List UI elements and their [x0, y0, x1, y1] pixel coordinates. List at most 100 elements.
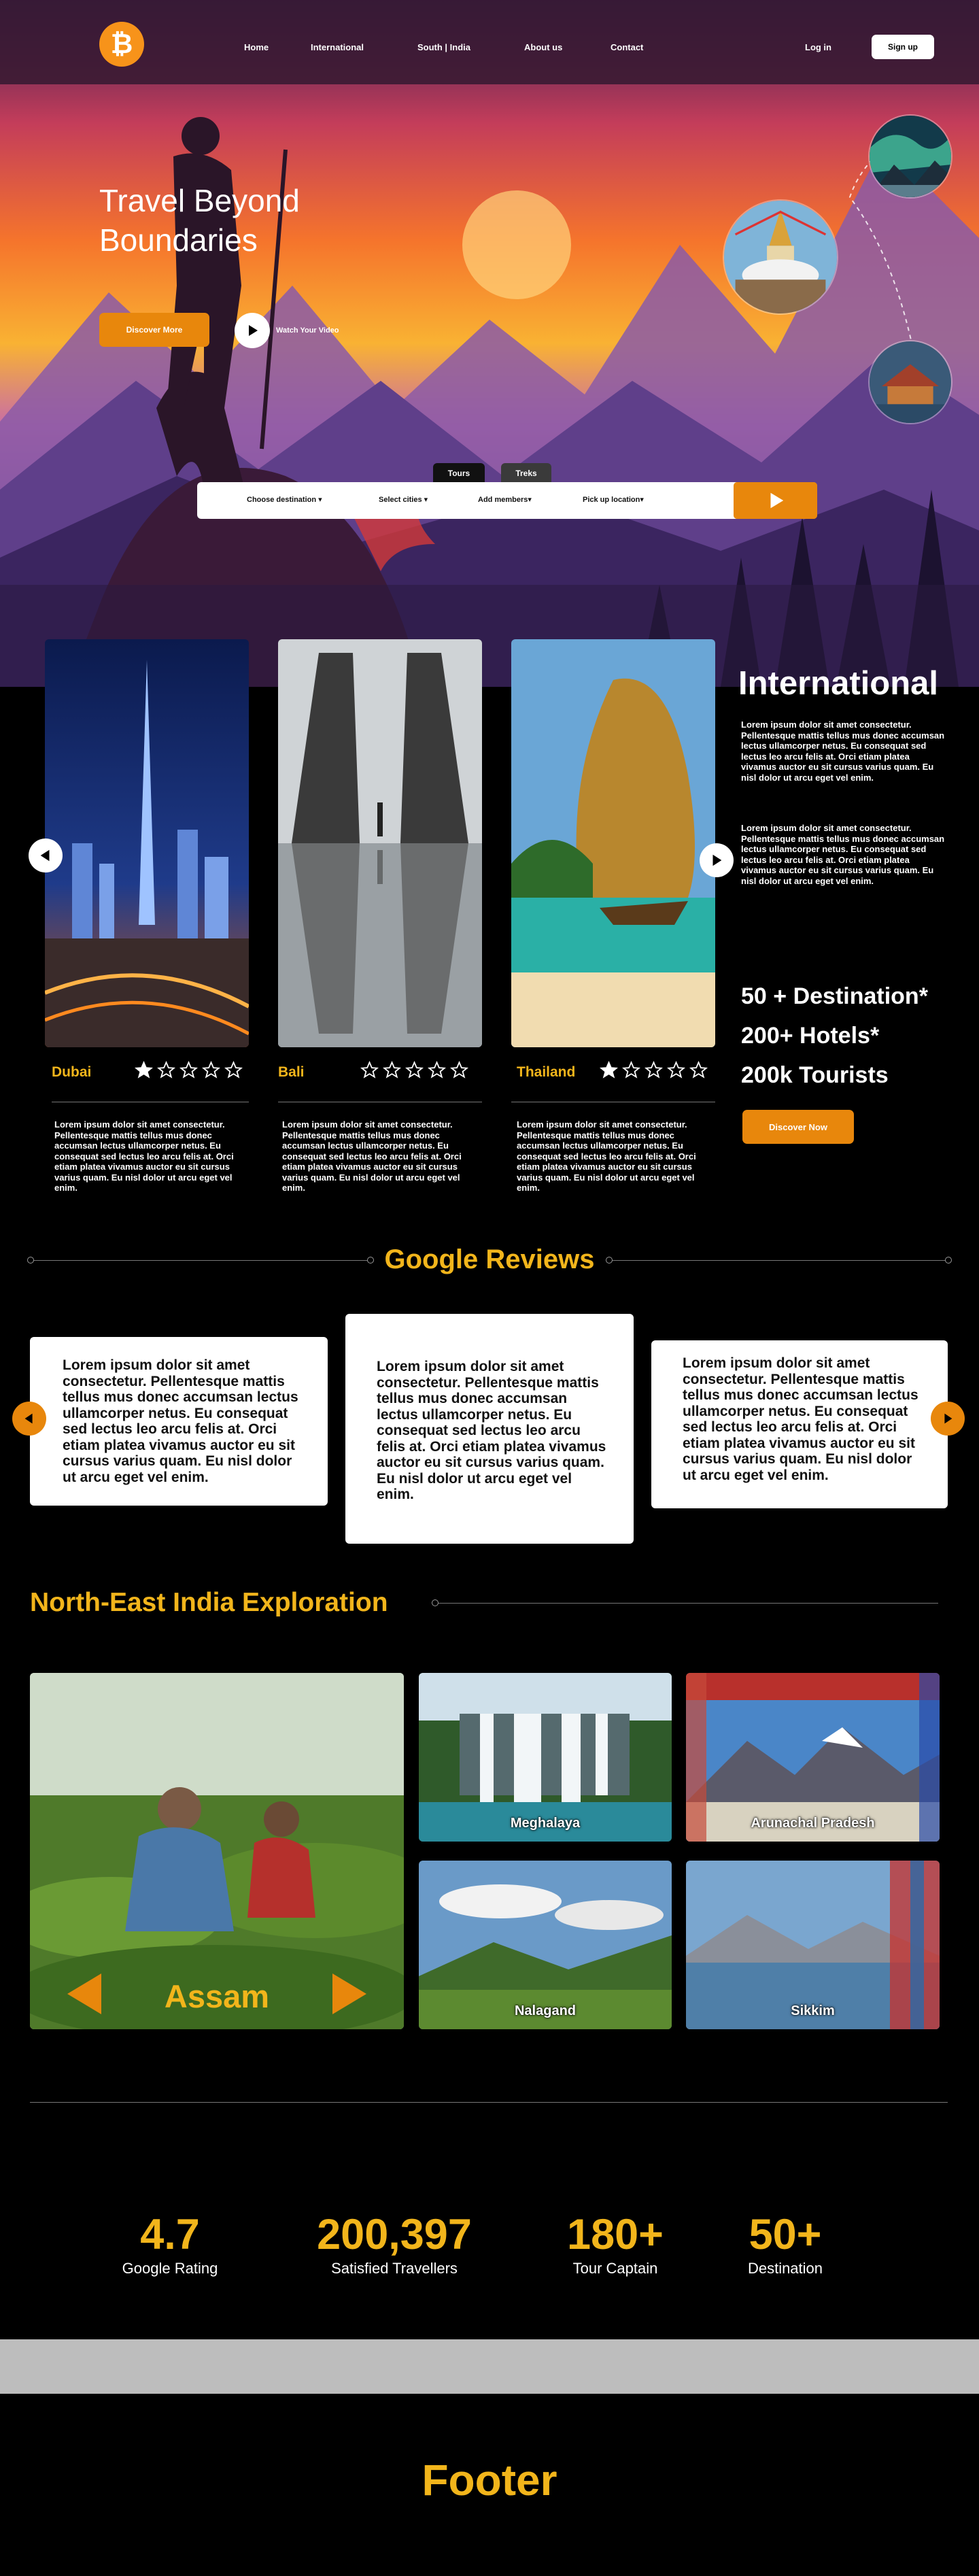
stat-label: Tour Captain	[572, 2260, 658, 2277]
play-icon	[770, 492, 783, 509]
review-text: Lorem ipsum dolor sit amet consectetur. …	[683, 1355, 918, 1483]
meghalaya-label: Meghalaya	[510, 1816, 581, 1831]
tourists-count: 200k Tourists	[741, 1062, 889, 1088]
section-divider	[435, 1603, 938, 1604]
divider-dot	[606, 1257, 613, 1264]
destination-card-bali[interactable]	[278, 639, 482, 1047]
star-icon[interactable]	[202, 1061, 220, 1079]
review-card: Lorem ipsum dolor sit amet consectetur. …	[651, 1340, 948, 1508]
caret-right-icon	[712, 854, 722, 866]
nav-international[interactable]: International	[311, 42, 364, 52]
assam-featured-tile[interactable]: Assam	[30, 1673, 404, 2029]
nav-about-us[interactable]: About us	[524, 42, 562, 52]
signup-button[interactable]: Sign up	[872, 35, 934, 59]
reviews-prev-button[interactable]	[12, 1402, 46, 1436]
caret-right-icon	[944, 1413, 952, 1424]
search-submit-button[interactable]	[734, 482, 817, 519]
star-icon[interactable]	[689, 1061, 708, 1079]
footer-label: Footer	[422, 2456, 557, 2505]
carousel-prev-button[interactable]	[29, 838, 63, 872]
star-icon[interactable]	[383, 1061, 401, 1079]
select-cities-dropdown[interactable]: Select cities ▾	[379, 495, 428, 504]
choose-destination-dropdown[interactable]: Choose destination ▾	[247, 495, 322, 504]
rating-stars-dubai[interactable]	[135, 1061, 243, 1079]
destination-name-bali: Bali	[278, 1064, 305, 1080]
nav-contact[interactable]: Contact	[611, 42, 643, 52]
review-text: Lorem ipsum dolor sit amet consectetur. …	[377, 1359, 606, 1502]
thailand-beach-image	[511, 639, 715, 1047]
reviews-next-button[interactable]	[931, 1402, 965, 1436]
stat-google-rating: 4.7 Google Rating	[109, 2210, 231, 2278]
destination-description-bali: Lorem ipsum dolor sit amet consectetur. …	[282, 1119, 462, 1193]
play-icon	[249, 325, 258, 336]
bitcoin-logo-icon[interactable]: ₿	[99, 22, 144, 67]
discover-now-button[interactable]: Discover Now	[742, 1110, 854, 1144]
play-video-button[interactable]	[235, 313, 270, 348]
divider-dot	[432, 1599, 439, 1606]
caret-left-icon	[40, 849, 50, 862]
tab-tours[interactable]: Tours	[433, 463, 485, 484]
bali-gate-image	[278, 639, 482, 1047]
triangle-right-icon	[332, 1973, 366, 2014]
stupa-thumbnail[interactable]	[723, 199, 838, 315]
nav-home[interactable]: Home	[244, 42, 269, 52]
destination-card-dubai[interactable]	[45, 639, 249, 1047]
hotels-count: 200+ Hotels*	[741, 1023, 880, 1049]
stat-destination: 50+ Destination	[721, 2210, 850, 2278]
assam-next-button[interactable]	[329, 1972, 370, 2016]
carousel-next-button[interactable]	[700, 843, 734, 877]
caret-left-icon	[24, 1413, 33, 1424]
destination-name-dubai: Dubai	[52, 1064, 92, 1080]
meghalaya-tile[interactable]: Meghalaya	[419, 1673, 672, 1842]
star-icon[interactable]	[667, 1061, 685, 1079]
arunachal-tile[interactable]: Arunachal Pradesh	[686, 1673, 940, 1842]
star-icon[interactable]	[179, 1061, 198, 1079]
divider-dot	[945, 1257, 952, 1264]
arunachal-label: Arunachal Pradesh	[751, 1816, 875, 1831]
pickup-location-dropdown[interactable]: Pick up location▾	[583, 495, 644, 504]
hero-section: ₿ Home International South | India About…	[0, 0, 979, 687]
hero-title: Travel Beyond Boundaries	[99, 183, 300, 258]
star-icon[interactable]	[360, 1061, 379, 1079]
section-divider-left	[30, 1260, 370, 1261]
international-title: International	[738, 665, 939, 702]
star-icon[interactable]	[135, 1061, 153, 1079]
section-divider-right	[608, 1260, 948, 1261]
nagaland-tile[interactable]: Nalagand	[419, 1861, 672, 2029]
discover-more-button[interactable]: Discover More	[99, 313, 209, 347]
sikkim-label: Sikkim	[791, 2003, 835, 2018]
star-icon[interactable]	[622, 1061, 640, 1079]
destination-description-thailand: Lorem ipsum dolor sit amet consectetur. …	[517, 1119, 696, 1193]
star-icon[interactable]	[428, 1061, 446, 1079]
rating-stars-bali[interactable]	[360, 1061, 468, 1079]
tab-treks[interactable]: Treks	[501, 463, 551, 484]
stat-label: Satisfied Travellers	[331, 2260, 458, 2277]
nav-south-india[interactable]: South | India	[417, 42, 470, 52]
destination-card-thailand[interactable]	[511, 639, 715, 1047]
watch-video-link[interactable]: Watch Your Video	[276, 326, 339, 335]
destinations-count: 50 + Destination*	[741, 983, 928, 1009]
aurora-thumbnail[interactable]	[868, 114, 952, 199]
divider-dot	[27, 1257, 34, 1264]
stat-value: 50+	[749, 2211, 822, 2258]
sikkim-tile[interactable]: Sikkim	[686, 1861, 940, 2029]
add-members-dropdown[interactable]: Add members▾	[478, 495, 532, 504]
northeast-title: North-East India Exploration	[30, 1588, 388, 1617]
star-icon[interactable]	[405, 1061, 424, 1079]
rating-stars-thailand[interactable]	[600, 1061, 708, 1079]
star-icon[interactable]	[450, 1061, 468, 1079]
star-icon[interactable]	[600, 1061, 618, 1079]
temple-thumbnail[interactable]	[868, 340, 952, 424]
grey-band	[0, 2339, 979, 2394]
destination-description-dubai: Lorem ipsum dolor sit amet consectetur. …	[54, 1119, 234, 1193]
star-icon[interactable]	[224, 1061, 243, 1079]
stat-label: Destination	[747, 2260, 823, 2277]
destination-name-thailand: Thailand	[517, 1064, 576, 1080]
stat-value: 200,397	[317, 2211, 472, 2258]
star-icon[interactable]	[645, 1061, 663, 1079]
login-link[interactable]: Log in	[805, 42, 831, 52]
review-card-featured: Lorem ipsum dolor sit amet consectetur. …	[345, 1314, 634, 1544]
stat-value: 180+	[567, 2211, 664, 2258]
international-paragraph-2: Lorem ipsum dolor sit amet consectetur. …	[741, 823, 945, 886]
star-icon[interactable]	[157, 1061, 175, 1079]
